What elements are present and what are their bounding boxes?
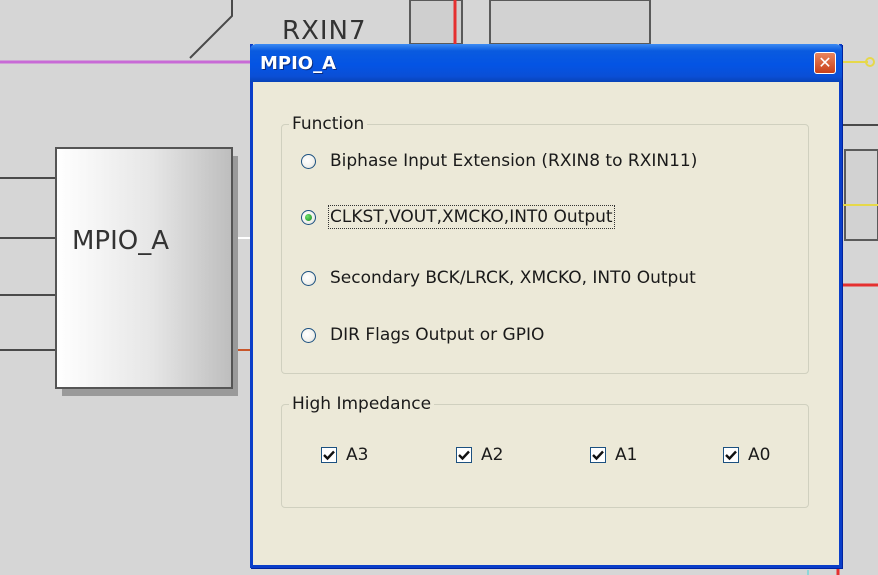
radio-option-dir-flags[interactable]: DIR Flags Output or GPIO — [301, 322, 544, 348]
dialog-titlebar[interactable]: MPIO_A ✕ — [250, 44, 842, 82]
checkbox-checked-icon[interactable] — [321, 447, 337, 463]
checkbox-checked-icon[interactable] — [723, 447, 739, 463]
radio-option-biphase[interactable]: Biphase Input Extension (RXIN8 to RXIN11… — [301, 148, 697, 174]
radio-button-selected[interactable] — [301, 209, 316, 225]
checkbox-label: A1 — [615, 445, 638, 465]
mpio-a-dialog: MPIO_A ✕ Function Biphase Input Extensio… — [250, 44, 842, 568]
radio-button[interactable] — [301, 153, 316, 169]
checkbox-label: A2 — [481, 445, 504, 465]
radio-option-clkst[interactable]: CLKST,VOUT,XMCKO,INT0 Output — [301, 204, 615, 230]
radio-label: Biphase Input Extension (RXIN8 to RXIN11… — [330, 151, 698, 171]
checkbox-label: A0 — [748, 445, 771, 465]
schematic-label-rxin7: RXIN7 — [282, 16, 367, 46]
checkbox-a1[interactable]: A1 — [590, 442, 637, 468]
close-icon: ✕ — [818, 53, 832, 72]
checkbox-a2[interactable]: A2 — [456, 442, 503, 468]
checkbox-checked-icon[interactable] — [590, 447, 606, 463]
schematic-block-label: MPIO_A — [72, 226, 170, 256]
close-button[interactable]: ✕ — [814, 52, 836, 74]
checkbox-checked-icon[interactable] — [456, 447, 472, 463]
dialog-title: MPIO_A — [260, 53, 337, 74]
function-group-legend: Function — [292, 114, 365, 134]
high-impedance-group-legend: High Impedance — [292, 394, 432, 414]
radio-label: CLKST,VOUT,XMCKO,INT0 Output — [328, 205, 615, 229]
radio-label: DIR Flags Output or GPIO — [330, 325, 545, 345]
radio-option-secondary-bck[interactable]: Secondary BCK/LRCK, XMCKO, INT0 Output — [301, 265, 696, 291]
radio-button[interactable] — [301, 327, 316, 343]
checkbox-a3[interactable]: A3 — [321, 442, 368, 468]
radio-button[interactable] — [301, 270, 316, 286]
radio-label: Secondary BCK/LRCK, XMCKO, INT0 Output — [330, 268, 696, 288]
checkbox-a0[interactable]: A0 — [723, 442, 770, 468]
checkbox-label: A3 — [346, 445, 369, 465]
